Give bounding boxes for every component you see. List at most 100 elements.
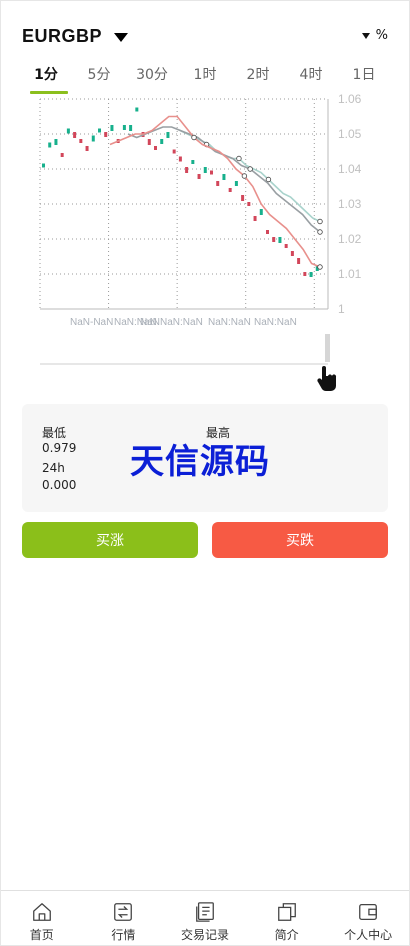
y-tick-label: 1.06 (338, 94, 362, 106)
pair-selector[interactable]: EURGBP (22, 26, 129, 47)
ma-marker (317, 229, 323, 235)
candle (234, 181, 238, 186)
tab-2h[interactable]: 2时 (234, 60, 282, 94)
y-tick-label: 1.04 (338, 162, 362, 176)
nav-intro[interactable]: 简介 (247, 891, 327, 945)
low-label: 最低 (42, 426, 67, 440)
candle (216, 181, 220, 186)
candle (228, 188, 232, 192)
ma-marker (317, 264, 323, 270)
price-chart[interactable]: 1.06 1.05 1.04 1.03 1.02 1.01 1 NaN-NaN NaN:NaN N… (22, 92, 388, 394)
buy-down-button[interactable]: 买跌 (212, 522, 388, 558)
candle (48, 142, 52, 148)
watermark-text: 天信源码 (130, 442, 270, 482)
nav-records[interactable]: 交易记录 (165, 891, 245, 945)
candle (253, 216, 257, 221)
h24-value: 0.000 (42, 478, 77, 492)
candle (197, 174, 201, 179)
y-tick-label: 1.05 (338, 127, 362, 141)
percent-label: % (375, 28, 388, 43)
candle (266, 230, 269, 234)
tab-1d[interactable]: 1日 (340, 60, 388, 94)
low-value: 0.979 (42, 441, 77, 455)
candle (85, 146, 89, 151)
candle (129, 125, 133, 131)
candle (178, 156, 182, 162)
candle (203, 167, 207, 173)
tab-30m[interactable]: 30分 (128, 60, 176, 94)
nav-label: 个人中心 (344, 928, 393, 942)
x-tick-label: NaN (140, 317, 160, 328)
candle (42, 163, 45, 168)
nav-market[interactable]: 行情 (83, 891, 163, 945)
x-tick-label: NaN:NaN (160, 317, 203, 328)
y-tick-label: 1.02 (338, 232, 362, 246)
x-tick-label: NaN:NaN (208, 317, 251, 328)
hand-shape (317, 366, 337, 391)
ma-line-1 (109, 115, 321, 268)
pair-label: EURGBP (22, 26, 103, 46)
candle (290, 251, 294, 256)
candle (309, 272, 313, 277)
candle (172, 149, 176, 154)
timeframe-tabs: 1分 5分 30分 1时 2时 4时 1日 (22, 60, 388, 94)
ma-marker (317, 218, 323, 225)
y-tick-label: 1 (338, 302, 345, 316)
candle (73, 132, 77, 138)
tab-1m[interactable]: 1分 (22, 60, 70, 94)
ma-marker (265, 176, 272, 183)
candle (241, 195, 245, 201)
x-tick-label: NaN-NaN (70, 317, 113, 328)
candle (247, 202, 251, 206)
chart-svg[interactable]: 1.061.051.041.031.021.011NaN-NaN NaN:NaNN… (22, 92, 388, 394)
hand-pointer-icon (317, 366, 337, 391)
y-tick-label: 1.03 (338, 197, 362, 211)
candle (222, 174, 226, 180)
slider-handle (325, 334, 330, 362)
wallet-icon (359, 904, 378, 920)
h24-label: 24h (42, 461, 65, 475)
candle (110, 125, 114, 131)
candle (303, 272, 307, 276)
candle (272, 237, 276, 242)
nav-label: 简介 (274, 928, 299, 942)
stats-card: 最低 0.979 最高 24h 0.000 天信源码 (22, 404, 388, 512)
candle (278, 237, 282, 243)
tab-4h[interactable]: 4时 (287, 60, 335, 94)
candle (91, 135, 95, 142)
ma-marker (247, 166, 253, 172)
nav-label: 交易记录 (180, 928, 229, 942)
candle (210, 170, 213, 175)
tab-5m[interactable]: 5分 (75, 60, 123, 94)
candle (104, 132, 108, 137)
copy-icon (277, 903, 296, 921)
bottom-nav: 首页 行情 交易记录 简介 个人中心 (1, 890, 409, 945)
home-icon (32, 903, 51, 921)
nav-home[interactable]: 首页 (2, 891, 82, 945)
ma-marker (236, 155, 242, 162)
candle (66, 128, 70, 134)
candle (135, 107, 139, 112)
candle (154, 146, 157, 150)
nav-label: 首页 (29, 928, 54, 942)
candle (284, 244, 288, 248)
tab-1h[interactable]: 1时 (181, 60, 229, 94)
nav-profile[interactable]: 个人中心 (328, 891, 408, 945)
candle (122, 125, 126, 130)
candle (54, 139, 58, 145)
candle (98, 128, 101, 133)
ma-marker (241, 173, 248, 179)
records-icon (196, 902, 214, 922)
candle (259, 209, 263, 215)
candle (191, 160, 195, 164)
candle (297, 258, 301, 264)
buy-up-button[interactable]: 买涨 (22, 522, 198, 558)
y-tick-label: 1.01 (338, 267, 362, 281)
nav-label: 行情 (111, 928, 136, 942)
ma-marker (191, 134, 197, 141)
candle (160, 139, 164, 144)
candle (60, 153, 64, 157)
percent-toggle[interactable]: % (361, 28, 388, 43)
candle (166, 132, 170, 138)
header: EURGBP % (22, 22, 388, 52)
